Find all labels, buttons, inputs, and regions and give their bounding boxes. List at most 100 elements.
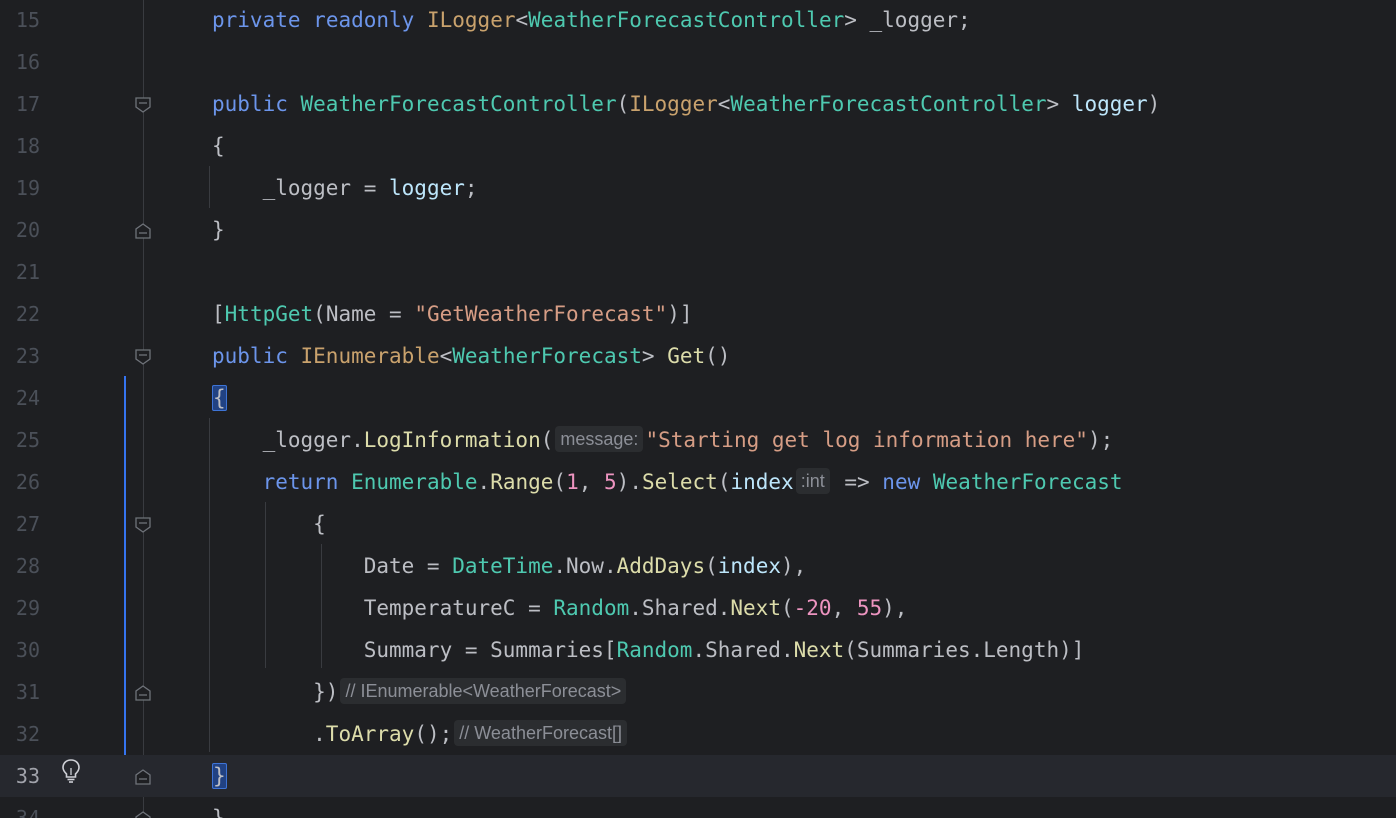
code-text[interactable]: })// IEnumerable<WeatherForecast> [212,671,628,713]
code-text[interactable]: _logger = logger; [212,167,478,209]
code-token: "GetWeatherForecast" [414,302,668,326]
code-token: TemperatureC = [212,596,554,620]
line-number[interactable]: 22 [0,293,40,335]
code-token: ); [1087,428,1114,452]
line-number[interactable]: 31 [0,671,40,713]
code-text[interactable]: { [212,503,326,545]
code-token: "Starting get log information here" [645,428,1088,452]
code-text[interactable]: } [212,755,227,797]
code-line[interactable]: 25 _logger.LogInformation(message: "Start… [0,419,1396,461]
code-text[interactable]: TemperatureC = Random.Shared.Next(-20, 5… [212,587,908,629]
code-text[interactable]: Date = DateTime.Now.AddDays(index), [212,545,807,587]
code-token: Summary = Summaries[ [212,638,617,662]
code-token: Get [667,344,706,368]
code-token: { [212,512,326,536]
code-token: return [262,470,339,494]
code-line[interactable]: 15 private readonly ILogger<WeatherForeca… [0,0,1396,41]
code-text[interactable]: private readonly ILogger<WeatherForecast… [212,0,971,41]
code-text[interactable]: } [212,209,225,251]
code-token: )] [667,302,693,326]
line-number[interactable]: 30 [0,629,40,671]
line-number[interactable]: 32 [0,713,40,755]
code-token: > [1046,92,1072,116]
code-token: Select [641,470,718,494]
line-number[interactable]: 17 [0,83,40,125]
line-number[interactable]: 21 [0,251,40,293]
line-number[interactable]: 24 [0,377,40,419]
inlay-hint: // WeatherForecast[] [454,720,627,746]
code-text[interactable]: { [212,377,227,419]
line-number[interactable]: 18 [0,125,40,167]
code-line[interactable]: 30 Summary = Summaries[Random.Shared.Nex… [0,629,1396,671]
code-token: }) [212,680,339,704]
line-number[interactable]: 34 [0,797,40,818]
fold-marker-icon[interactable] [134,767,152,785]
code-editor[interactable]: 15 private readonly ILogger<WeatherForeca… [0,0,1396,818]
code-token: > _logger; [844,8,971,32]
fold-marker-icon[interactable] [134,515,152,533]
code-token: ). [616,470,642,494]
code-line[interactable]: 33} [0,755,1396,797]
code-token: ( [553,470,567,494]
code-line[interactable]: 27 { [0,503,1396,545]
code-token: Next [730,596,781,620]
code-line[interactable]: 32 .ToArray();// WeatherForecast[] [0,713,1396,755]
code-line[interactable]: 21 [0,251,1396,293]
code-line[interactable]: 28 Date = DateTime.Now.AddDays(index), [0,545,1396,587]
code-line[interactable]: 19 _logger = logger; [0,167,1396,209]
line-number[interactable]: 26 [0,461,40,503]
code-token: Date = [212,554,453,578]
code-token: WeatherForecastController [528,8,845,32]
code-token: => [831,470,883,494]
code-token: public [212,344,288,368]
code-text[interactable]: _logger.LogInformation(message: "Starting… [212,419,1113,461]
fold-marker-icon[interactable] [134,809,152,818]
code-token: ToArray [325,722,415,746]
line-number[interactable]: 28 [0,545,40,587]
code-text[interactable]: } [212,797,225,818]
fold-marker-icon[interactable] [134,221,152,239]
line-number[interactable]: 33 [0,755,40,797]
line-number[interactable]: 19 [0,167,40,209]
code-token: index [717,554,781,578]
code-line[interactable]: 26 return Enumerable.Range(1, 5).Select(… [0,461,1396,503]
fold-marker-icon[interactable] [134,347,152,365]
line-number[interactable]: 15 [0,0,40,41]
inlay-hint: message: [555,426,644,452]
line-number[interactable]: 23 [0,335,40,377]
code-line[interactable]: 23 public IEnumerable<WeatherForecast> Ge… [0,335,1396,377]
code-line[interactable]: 18 { [0,125,1396,167]
lightbulb-icon[interactable] [60,758,82,784]
fold-marker-icon[interactable] [134,95,152,113]
code-token: logger [1071,92,1148,116]
code-token: DateTime [452,554,554,578]
inlay-hint: // IEnumerable<WeatherForecast> [340,678,627,704]
code-text[interactable]: public IEnumerable<WeatherForecast> Get(… [212,335,730,377]
code-line[interactable]: 31 })// IEnumerable<WeatherForecast> [0,671,1396,713]
code-token: public [212,92,288,116]
code-line[interactable]: 22 [HttpGet(Name = "GetWeatherForecast")] [0,293,1396,335]
code-text[interactable]: .ToArray();// WeatherForecast[] [212,713,629,755]
code-token: ( [705,554,718,578]
code-line[interactable]: 20} [0,209,1396,251]
code-text[interactable]: { [212,125,225,167]
code-text[interactable]: [HttpGet(Name = "GetWeatherForecast")] [212,293,693,335]
code-text[interactable]: return Enumerable.Range(1, 5).Select(ind… [212,461,1123,503]
line-number[interactable]: 16 [0,41,40,83]
fold-marker-icon[interactable] [134,683,152,701]
code-line[interactable]: 24 { [0,377,1396,419]
code-line[interactable]: 16 [0,41,1396,83]
code-token: index [730,470,794,494]
code-line[interactable]: 17 public WeatherForecastController(ILogg… [0,83,1396,125]
line-number[interactable]: 29 [0,587,40,629]
code-line[interactable]: 29 TemperatureC = Random.Shared.Next(-20… [0,587,1396,629]
line-number[interactable]: 20 [0,209,40,251]
code-text[interactable]: Summary = Summaries[Random.Shared.Next(S… [212,629,1085,671]
line-number[interactable]: 25 [0,419,40,461]
code-text[interactable]: public WeatherForecastController(ILogger… [212,83,1160,125]
line-number[interactable]: 27 [0,503,40,545]
code-line[interactable]: 34} [0,797,1396,818]
